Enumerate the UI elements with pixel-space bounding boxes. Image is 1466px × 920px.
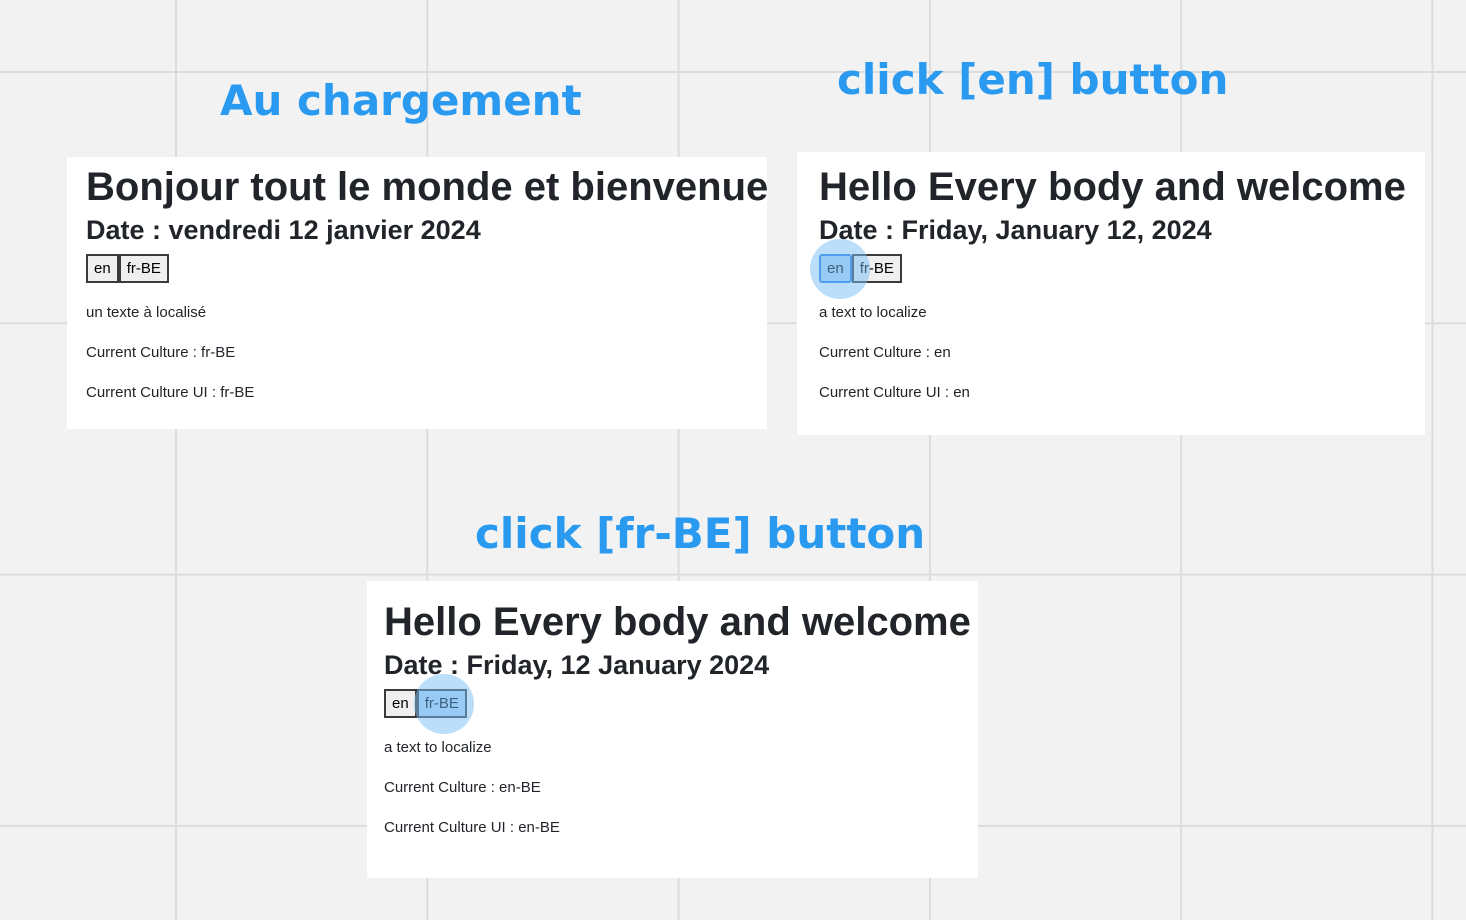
page-title: Hello Every body and welcome	[819, 165, 1406, 209]
caption-on-load: Au chargement	[220, 76, 582, 125]
caption-click-en: click [en] button	[837, 55, 1229, 104]
current-culture: Current Culture : en	[819, 344, 951, 361]
fr-be-button[interactable]: fr-BE	[416, 689, 467, 718]
panel-after-fr-be: Hello Every body and welcome Date : Frid…	[367, 581, 978, 878]
panel-on-load: Bonjour tout le monde et bienvenue Date …	[67, 157, 769, 429]
en-button[interactable]: en	[384, 689, 417, 718]
en-button[interactable]: en	[86, 254, 119, 283]
date-heading: Date : Friday, January 12, 2024	[819, 215, 1212, 245]
caption-click-frbe: click [fr-BE] button	[475, 509, 926, 558]
date-heading: Date : Friday, 12 January 2024	[384, 650, 770, 680]
current-culture-ui: Current Culture UI : en-BE	[384, 819, 560, 836]
localized-text: un texte à localisé	[86, 304, 207, 321]
current-culture: Current Culture : fr-BE	[86, 344, 236, 361]
panel-after-en: Hello Every body and welcome Date : Frid…	[797, 152, 1425, 435]
fr-be-button[interactable]: fr-BE	[118, 254, 169, 283]
localized-text: a text to localize	[819, 304, 927, 321]
date-heading: Date : vendredi 12 janvier 2024	[86, 215, 481, 245]
page-title: Hello Every body and welcome	[384, 600, 971, 644]
localized-text: a text to localize	[384, 739, 492, 756]
page-title: Bonjour tout le monde et bienvenue	[86, 165, 769, 209]
current-culture: Current Culture : en-BE	[384, 779, 541, 796]
en-button[interactable]: en	[819, 254, 852, 283]
current-culture-ui: Current Culture UI : en	[819, 384, 970, 401]
fr-be-button[interactable]: fr-BE	[851, 254, 902, 283]
current-culture-ui: Current Culture UI : fr-BE	[86, 384, 255, 401]
